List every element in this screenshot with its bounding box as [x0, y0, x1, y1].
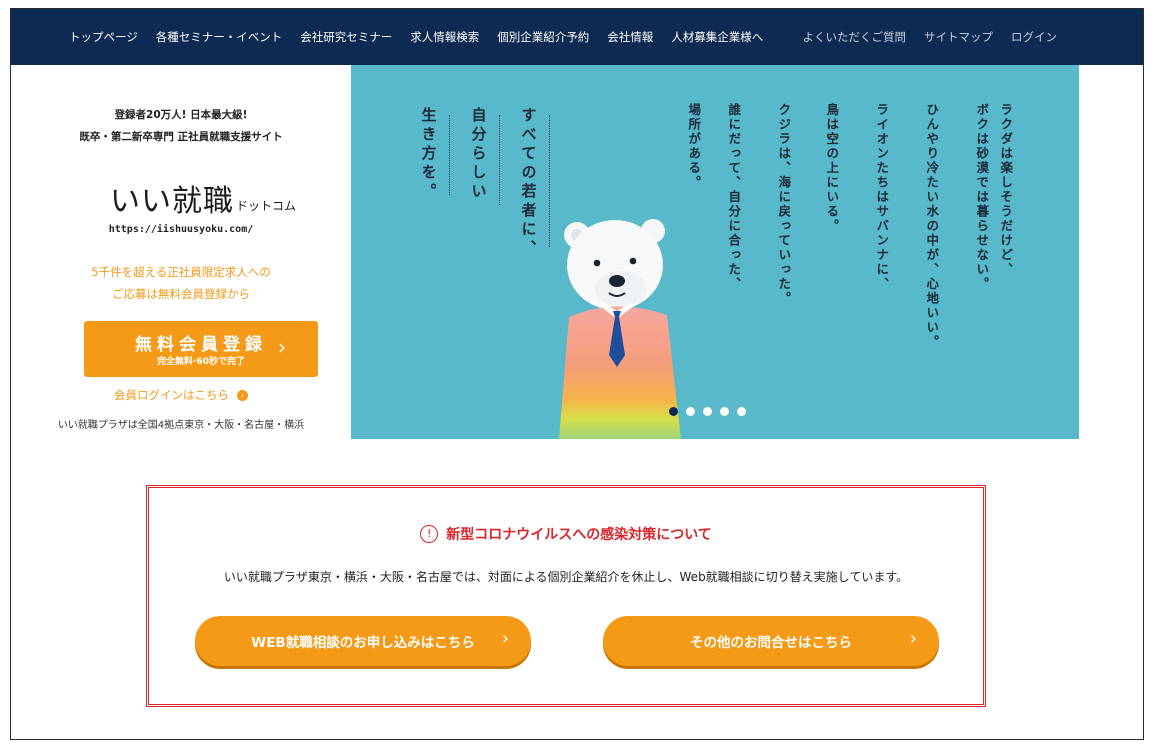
member-login-label: 会員ログインはこちら — [114, 388, 229, 402]
free-register-button[interactable]: 無料会員登録 完全無料·60秒で完了 › — [84, 321, 318, 377]
hero-copy-line: クジラは、海に戻っていった。 — [776, 103, 792, 306]
hero-headline-line: すべての若者に、 — [519, 107, 538, 259]
web-consultation-button[interactable]: WEB就職相談のお申し込みはこちら › — [195, 616, 531, 666]
dotted-rule — [549, 115, 550, 247]
carousel-dot[interactable] — [737, 407, 746, 416]
main-nav: トップページ 各種セミナー・イベント 会社研究セミナー 求人情報検索 個別企業紹… — [69, 9, 763, 65]
carousel-dot[interactable] — [720, 407, 729, 416]
nav-company-intro-booking[interactable]: 個別企業紹介予約 — [497, 29, 589, 45]
nav-top-page[interactable]: トップページ — [69, 29, 138, 45]
utility-nav: よくいただくご質問 サイトマップ ログイン — [803, 9, 1058, 65]
carousel-dot[interactable] — [686, 407, 695, 416]
nav-company-info[interactable]: 会社情報 — [607, 29, 653, 45]
chevron-right-icon: › — [278, 335, 286, 359]
other-inquiry-button[interactable]: その他のお問合せはこちら › — [603, 616, 939, 666]
carousel-indicators — [669, 407, 746, 416]
dotted-rule — [499, 115, 500, 205]
top-navigation: トップページ 各種セミナー・イベント 会社研究セミナー 求人情報検索 個別企業紹… — [11, 9, 1143, 65]
nav-for-employers[interactable]: 人材募集企業様へ — [671, 29, 763, 45]
warning-icon: ! — [420, 525, 439, 543]
notice-heading: ! 新型コロナウイルスへの感染対策について — [149, 524, 983, 544]
hero-copy-line: ライオンたちはサバンナに、 — [874, 103, 890, 292]
promo-text-line2: ご応募は無料会員登録から — [112, 287, 250, 301]
hero-copy-line: ラクダは楽しそうだけど、 — [998, 103, 1014, 277]
promo-text-line1: 5千件を超える正社員限定求人への — [91, 265, 271, 279]
hero-copy-line: 鳥は空の上にいる。 — [824, 103, 840, 234]
site-logo[interactable]: いい就職 ドットコム — [103, 183, 303, 217]
nav-seminars-events[interactable]: 各種セミナー・イベント — [156, 29, 283, 45]
other-inquiry-label: その他のお問合せはこちら — [690, 635, 852, 651]
page-frame: トップページ 各種セミナー・イベント 会社研究セミナー 求人情報検索 個別企業紹… — [10, 8, 1144, 740]
plaza-locations: いい就職プラザは全国4拠点東京・大阪・名古屋・横浜 — [57, 420, 305, 431]
hero-copy-line: ボクは砂漠では暮らせない。 — [974, 103, 990, 292]
site-url: https://iishuusyoku.com/ — [108, 224, 254, 235]
hero-headline-line: 自分らしい — [469, 107, 488, 202]
hero-banner[interactable]: ラクダは楽しそうだけど、 ボクは砂漠では暮らせない。 ひんやり冷たい水の中が、心… — [351, 65, 1079, 439]
hero-copy-line: ひんやり冷たい水の中が、心地いい。 — [924, 103, 940, 350]
hero-copy-line: 誰にだって、自分に合った、 — [726, 103, 742, 292]
carousel-dot[interactable] — [669, 407, 678, 416]
web-consultation-label: WEB就職相談のお申し込みはこちら — [251, 635, 475, 651]
nav-faq[interactable]: よくいただくご質問 — [803, 29, 907, 45]
nav-sitemap[interactable]: サイトマップ — [924, 29, 993, 45]
notice-title: 新型コロナウイルスへの感染対策について — [446, 527, 712, 543]
nav-login[interactable]: ログイン — [1011, 29, 1057, 45]
tagline-registered: 登録者20万人! 日本最大級! — [114, 109, 248, 121]
member-login-link[interactable]: 会員ログインはこちら › — [11, 387, 351, 403]
covid-notice-box: ! 新型コロナウイルスへの感染対策について いい就職プラザ東京・横浜・大阪・名古… — [146, 485, 986, 707]
chevron-right-icon: › — [501, 628, 509, 649]
arrow-circle-icon: › — [237, 389, 248, 401]
carousel-dot[interactable] — [703, 407, 712, 416]
hero-copy-line: 場所がある。 — [686, 103, 702, 190]
notice-body: いい就職プラザ東京・横浜・大阪・名古屋では、対面による個別企業紹介を休止し、We… — [223, 570, 909, 584]
logo-wordmark: いい就職 — [109, 184, 234, 219]
polar-bear-illustration — [559, 219, 681, 439]
chevron-right-icon: › — [909, 628, 917, 649]
nav-company-seminar[interactable]: 会社研究セミナー — [300, 29, 392, 45]
logo-suffix: ドットコム — [235, 199, 296, 213]
nav-job-search[interactable]: 求人情報検索 — [410, 29, 479, 45]
hero-headline-line: 生き方を。 — [419, 107, 438, 202]
dotted-rule — [449, 115, 450, 195]
brand-panel: 登録者20万人! 日本最大級! 既卒・第二新卒専門 正社員就職支援サイト いい就… — [11, 65, 351, 439]
tagline-service: 既卒・第二新卒専門 正社員就職支援サイト — [79, 131, 283, 143]
